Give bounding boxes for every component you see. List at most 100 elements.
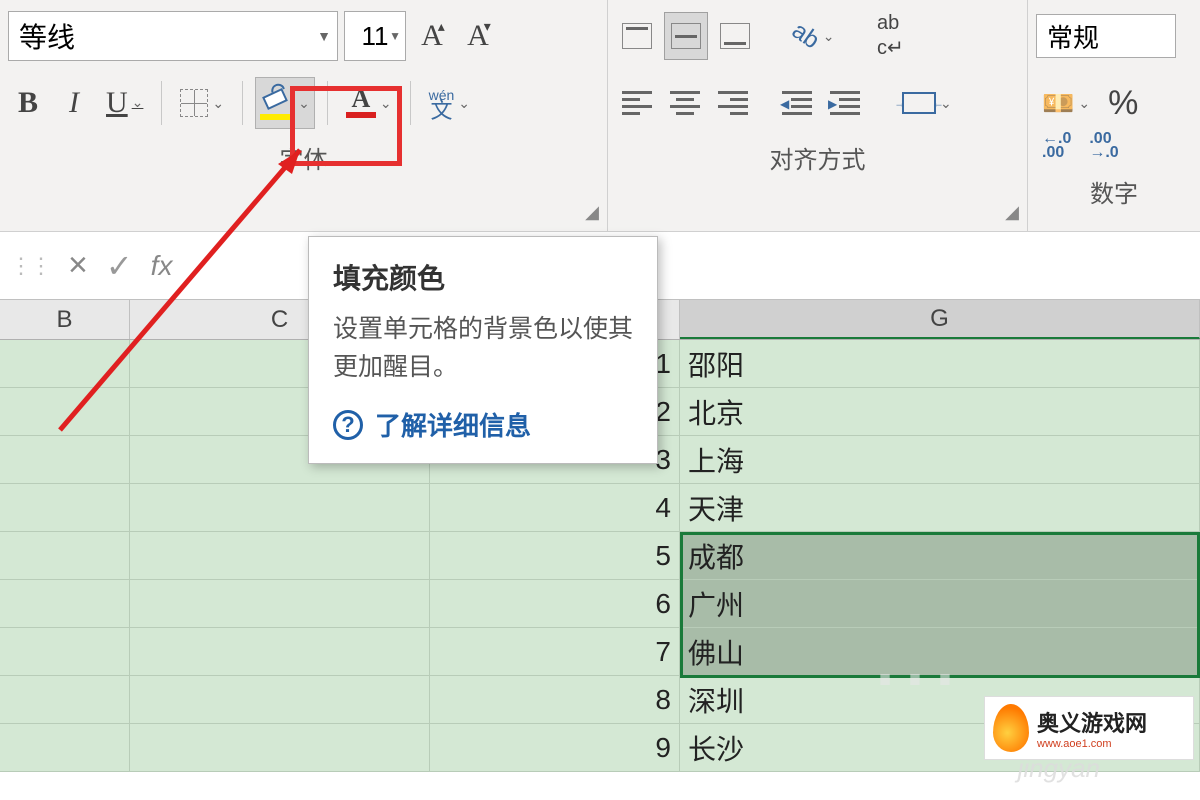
decrease-decimal-button[interactable]: .00 →.0 (1083, 122, 1124, 170)
align-center-button[interactable] (664, 79, 706, 127)
help-icon: ? (333, 410, 363, 440)
italic-button[interactable]: I (54, 79, 94, 127)
font-name-select[interactable]: 等线 ▼ (8, 11, 338, 61)
font-name-value: 等线 (19, 16, 75, 56)
cell[interactable] (0, 484, 130, 532)
group-label-number: 数字 (1036, 166, 1192, 215)
merge-cells-button[interactable]: ⌄ (896, 79, 958, 127)
cell[interactable] (0, 628, 130, 676)
font-size-select[interactable]: 11 ▼ (344, 11, 406, 61)
table-row: 6广州 (0, 580, 1200, 628)
cell[interactable]: 5 (430, 532, 680, 580)
cell[interactable]: 邵阳 (680, 340, 1200, 388)
tooltip-more-link[interactable]: ? 了解详细信息 (333, 406, 633, 443)
cell[interactable] (0, 580, 130, 628)
borders-button[interactable]: ⌄ (174, 79, 230, 127)
accounting-format-button[interactable]: 💴⌄ (1036, 79, 1096, 127)
col-header[interactable]: B (0, 300, 130, 339)
group-label-alignment: 对齐方式 (616, 132, 1019, 181)
cell[interactable]: 8 (430, 676, 680, 724)
cell[interactable]: 广州 (680, 580, 1200, 628)
increase-font-icon: A (421, 19, 443, 53)
group-font: 等线 ▼ 11 ▼ A A B I U⌄ ⌄ ⌄ A ⌄ (0, 0, 608, 231)
cell[interactable] (130, 676, 430, 724)
decrease-font-button[interactable]: A (458, 12, 498, 60)
chevron-down-icon: ⌄ (132, 95, 144, 112)
underline-button[interactable]: U⌄ (100, 79, 149, 127)
cell[interactable] (130, 532, 430, 580)
align-middle-button[interactable] (664, 12, 708, 60)
cell[interactable]: 上海 (680, 436, 1200, 484)
separator (410, 81, 411, 125)
percent-format-button[interactable]: % (1102, 79, 1144, 127)
tooltip-desc: 设置单元格的背景色以使其更加醒目。 (333, 311, 633, 386)
number-format-select[interactable]: 常规 (1036, 14, 1176, 58)
cell[interactable] (130, 484, 430, 532)
chevron-down-icon: ⌄ (298, 95, 310, 112)
tooltip-title: 填充颜色 (333, 257, 633, 297)
border-icon (180, 89, 208, 117)
decrease-indent-button[interactable] (776, 79, 818, 127)
col-header[interactable]: G (680, 300, 1200, 339)
fx-icon[interactable]: fx (151, 250, 173, 282)
watermark-logo: 奥义游戏网 www.aoe1.com (984, 696, 1194, 760)
orientation-button[interactable]: ab⌄ (786, 12, 840, 60)
cell[interactable] (0, 388, 130, 436)
confirm-icon[interactable]: ✓ (106, 247, 133, 285)
font-color-icon: A (346, 86, 376, 120)
table-row: 7佛山 (0, 628, 1200, 676)
font-color-button[interactable]: A ⌄ (340, 79, 398, 127)
tooltip-more-label: 了解详细信息 (375, 406, 531, 443)
chevron-down-icon: ▼ (317, 28, 331, 44)
font-size-value: 11 (362, 21, 389, 52)
ribbon: 等线 ▼ 11 ▼ A A B I U⌄ ⌄ ⌄ A ⌄ (0, 0, 1200, 232)
bold-button[interactable]: B (8, 79, 48, 127)
watermark-brand: 奥义游戏网 (1037, 711, 1147, 736)
table-row: 5成都 (0, 532, 1200, 580)
cancel-icon[interactable]: × (68, 246, 88, 285)
cell[interactable] (0, 676, 130, 724)
watermark-url: www.aoe1.com (1037, 738, 1147, 750)
dialog-launcher-font[interactable]: ◢ (585, 202, 599, 223)
cell[interactable]: 天津 (680, 484, 1200, 532)
cell[interactable] (130, 580, 430, 628)
increase-font-button[interactable]: A (412, 12, 452, 60)
cell[interactable]: 9 (430, 724, 680, 772)
cell[interactable] (0, 724, 130, 772)
cell[interactable]: 7 (430, 628, 680, 676)
chevron-down-icon: ▼ (389, 29, 401, 43)
separator (242, 81, 243, 125)
align-bottom-icon (720, 23, 750, 49)
align-center-icon (670, 91, 700, 115)
fill-bucket-icon (260, 86, 294, 120)
chevron-down-icon: ⌄ (823, 28, 835, 45)
merge-icon (902, 92, 936, 114)
group-number: 常规 💴⌄ % ←.0 .00 .00 →.0 数字 (1028, 0, 1200, 231)
align-middle-icon (671, 23, 701, 49)
money-icon: 💴 (1042, 88, 1074, 119)
align-top-icon (622, 23, 652, 49)
cell[interactable]: 6 (430, 580, 680, 628)
phonetic-guide-button[interactable]: wén文 ⌄ (423, 79, 476, 127)
cell[interactable] (130, 628, 430, 676)
align-bottom-button[interactable] (714, 12, 756, 60)
align-top-button[interactable] (616, 12, 658, 60)
cell[interactable]: 北京 (680, 388, 1200, 436)
fill-color-button[interactable]: ⌄ (255, 77, 315, 129)
cell[interactable]: 4 (430, 484, 680, 532)
increase-decimal-button[interactable]: ←.0 .00 (1036, 122, 1077, 170)
chevron-down-icon: ⌄ (458, 95, 470, 112)
chevron-down-icon: ⌄ (380, 95, 392, 112)
cell[interactable]: 成都 (680, 532, 1200, 580)
align-right-button[interactable] (712, 79, 754, 127)
cell[interactable] (0, 532, 130, 580)
increase-indent-button[interactable] (824, 79, 866, 127)
orientation-icon: ab (786, 17, 824, 55)
wrap-text-button[interactable]: abc↵ (870, 12, 910, 60)
cell[interactable] (130, 724, 430, 772)
drag-handle-icon[interactable]: ⋮⋮ (10, 253, 50, 279)
align-left-button[interactable] (616, 79, 658, 127)
dialog-launcher-alignment[interactable]: ◢ (1005, 202, 1019, 223)
cell[interactable] (0, 340, 130, 388)
cell[interactable] (0, 436, 130, 484)
